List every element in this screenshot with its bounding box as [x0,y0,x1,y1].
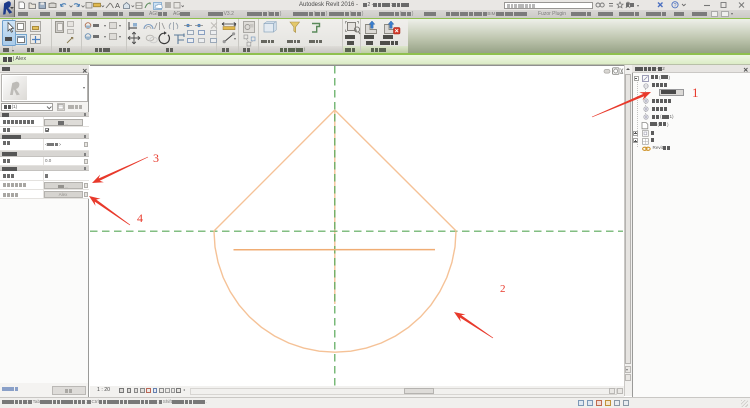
svg-text:?: ? [673,3,676,9]
svg-text:A: A [115,1,120,10]
